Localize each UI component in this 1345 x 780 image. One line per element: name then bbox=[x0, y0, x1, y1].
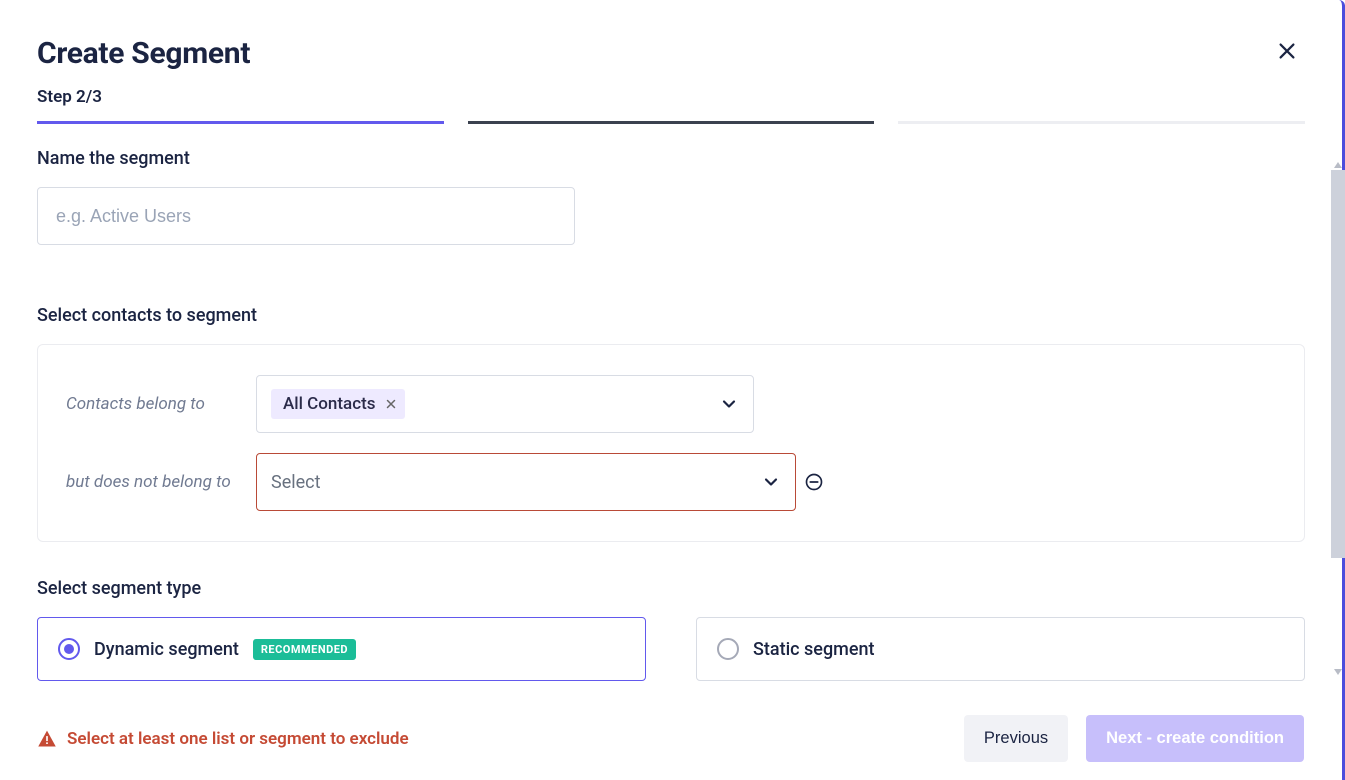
warning-icon bbox=[37, 729, 57, 749]
include-row: Contacts belong to All Contacts bbox=[66, 375, 1276, 433]
create-segment-modal: Create Segment Step 2/3 Name the segment… bbox=[0, 0, 1345, 780]
error-text: Select at least one list or segment to e… bbox=[67, 729, 409, 749]
chevron-down-icon bbox=[761, 472, 781, 492]
page-title: Create Segment bbox=[37, 36, 250, 71]
radio-dynamic[interactable] bbox=[58, 638, 80, 660]
close-button[interactable] bbox=[1272, 36, 1302, 66]
radio-static[interactable] bbox=[717, 638, 739, 660]
step-indicator: Step 2/3 bbox=[0, 81, 1342, 121]
scroll-up-arrow[interactable] bbox=[1333, 155, 1343, 165]
chevron-down-icon bbox=[719, 394, 739, 414]
type-section-label: Select segment type bbox=[37, 578, 1305, 599]
exclude-select[interactable]: Select bbox=[256, 453, 796, 511]
exclude-row: but does not belong to Select bbox=[66, 453, 1276, 511]
include-row-label: Contacts belong to bbox=[66, 394, 256, 414]
include-select[interactable]: All Contacts bbox=[256, 375, 754, 433]
include-chip-label: All Contacts bbox=[283, 394, 375, 414]
error-message: Select at least one list or segment to e… bbox=[37, 729, 409, 749]
footer-actions: Previous Next - create condition bbox=[964, 715, 1304, 762]
remove-exclude-button[interactable] bbox=[804, 472, 824, 492]
segment-type-row: Dynamic segment RECOMMENDED Static segme… bbox=[37, 617, 1305, 681]
minus-circle-icon bbox=[804, 472, 824, 492]
contacts-selection-box: Contacts belong to All Contacts but does… bbox=[37, 344, 1305, 542]
dynamic-segment-label: Dynamic segment bbox=[94, 639, 239, 660]
previous-button[interactable]: Previous bbox=[964, 715, 1068, 762]
modal-footer: Select at least one list or segment to e… bbox=[0, 696, 1342, 780]
recommended-badge: RECOMMENDED bbox=[253, 639, 356, 660]
modal-header: Create Segment bbox=[0, 0, 1342, 81]
static-segment-label: Static segment bbox=[753, 639, 875, 660]
modal-content: Name the segment Select contacts to segm… bbox=[0, 124, 1342, 696]
exclude-placeholder: Select bbox=[271, 472, 320, 493]
contacts-section-label: Select contacts to segment bbox=[37, 305, 1305, 326]
name-section-label: Name the segment bbox=[37, 148, 1305, 169]
scrollbar-thumb[interactable] bbox=[1331, 170, 1345, 558]
dynamic-segment-card[interactable]: Dynamic segment RECOMMENDED bbox=[37, 617, 646, 681]
exclude-row-label: but does not belong to bbox=[66, 472, 256, 492]
scroll-down-arrow[interactable] bbox=[1333, 662, 1343, 672]
static-segment-card[interactable]: Static segment bbox=[696, 617, 1305, 681]
close-icon bbox=[385, 398, 397, 410]
chip-remove-button[interactable] bbox=[385, 398, 397, 410]
segment-name-input[interactable] bbox=[37, 187, 575, 245]
close-icon bbox=[1276, 40, 1298, 62]
next-button[interactable]: Next - create condition bbox=[1086, 715, 1304, 762]
include-chip: All Contacts bbox=[271, 389, 405, 419]
